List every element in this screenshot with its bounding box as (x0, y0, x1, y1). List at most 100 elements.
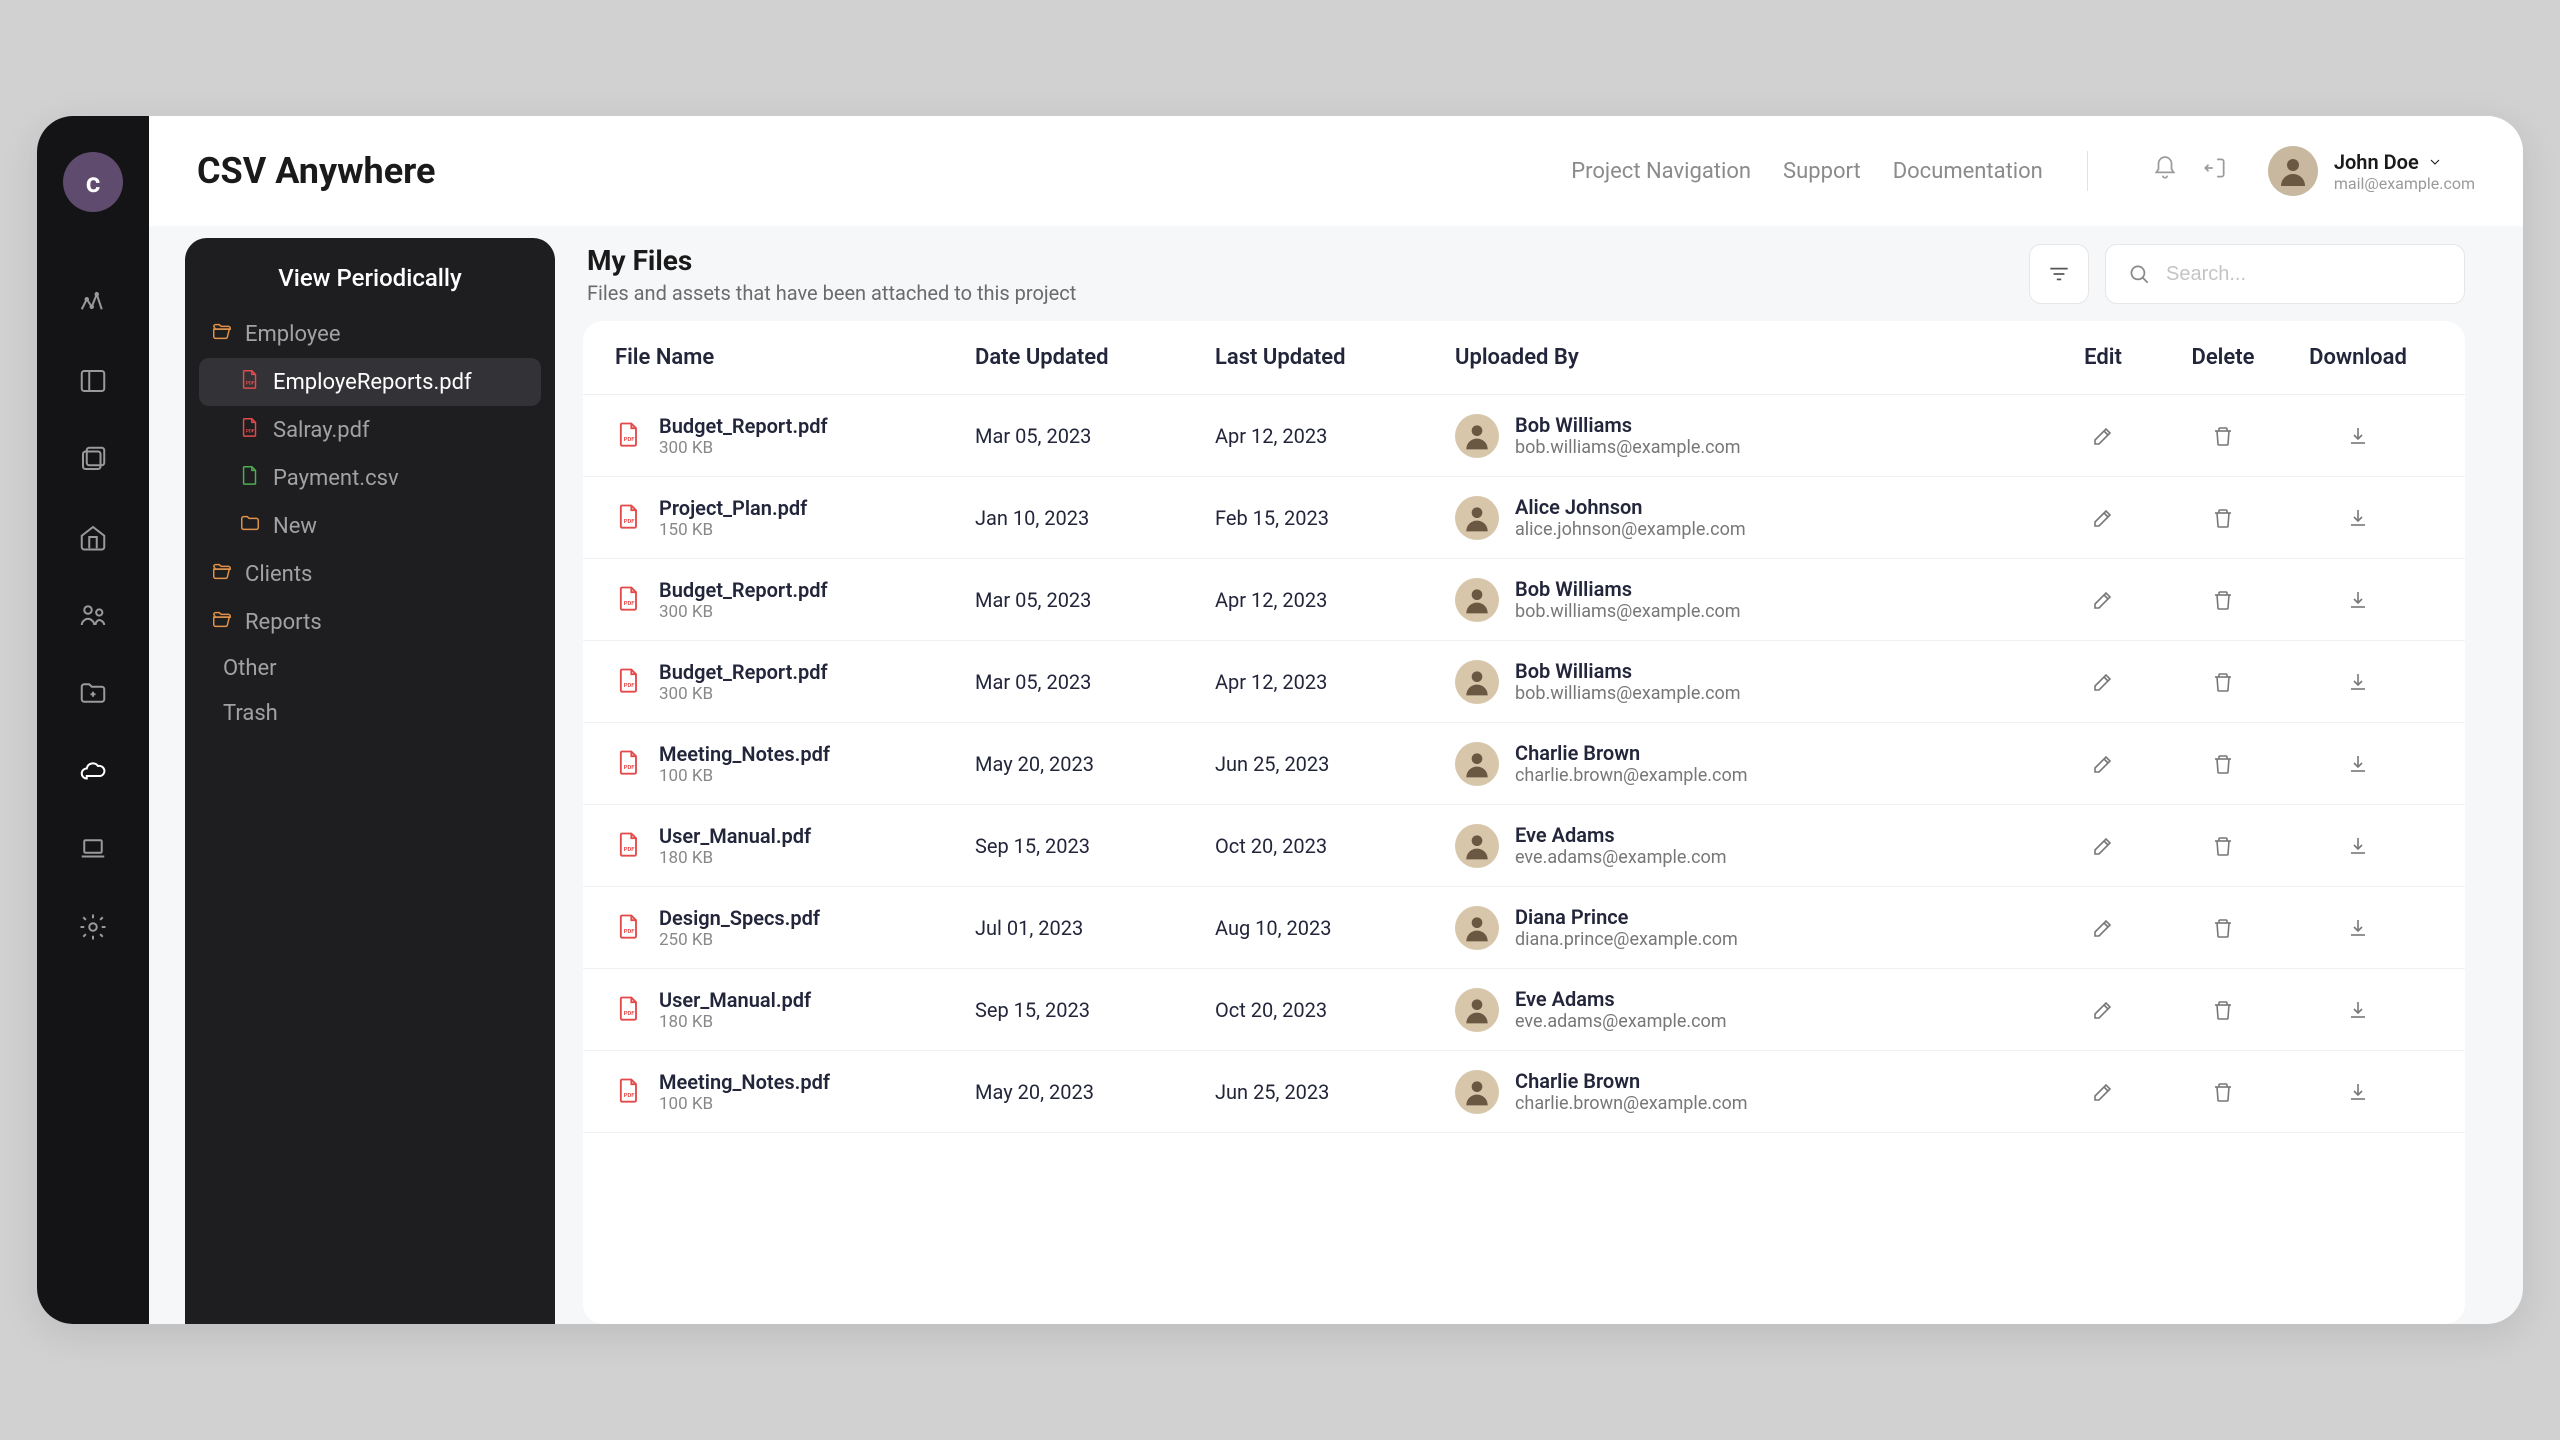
uploader-name: Alice Johnson (1515, 495, 1746, 519)
edit-button[interactable] (2043, 998, 2163, 1022)
pdf-file-icon (615, 666, 643, 698)
tree-item[interactable]: Other (199, 646, 541, 691)
tree-item-label: Salray.pdf (273, 418, 370, 443)
edit-button[interactable] (2043, 506, 2163, 530)
delete-button[interactable] (2163, 916, 2283, 940)
avatar (1455, 578, 1499, 622)
tree-item-label: Other (223, 656, 277, 681)
delete-button[interactable] (2163, 998, 2283, 1022)
download-button[interactable] (2283, 834, 2433, 858)
edit-button[interactable] (2043, 588, 2163, 612)
nav-home-icon[interactable] (78, 522, 108, 556)
date-updated: May 20, 2023 (975, 752, 1215, 776)
user-email: mail@example.com (2334, 174, 2475, 193)
tree-item[interactable]: Salray.pdf (199, 406, 541, 454)
delete-button[interactable] (2163, 670, 2283, 694)
csv-file-icon (239, 464, 261, 492)
avatar (1455, 742, 1499, 786)
tree-item[interactable]: Payment.csv (199, 454, 541, 502)
last-updated: Oct 20, 2023 (1215, 834, 1455, 858)
date-updated: Sep 15, 2023 (975, 834, 1215, 858)
tree-title: View Periodically (199, 264, 541, 292)
edit-button[interactable] (2043, 1080, 2163, 1104)
nav-folder-plus-icon[interactable] (78, 678, 108, 712)
file-size: 300 KB (659, 684, 828, 704)
edit-button[interactable] (2043, 752, 2163, 776)
pdf-file-icon (615, 502, 643, 534)
nav-analytics-icon[interactable] (78, 288, 108, 322)
date-updated: Mar 05, 2023 (975, 424, 1215, 448)
edit-button[interactable] (2043, 424, 2163, 448)
edit-button[interactable] (2043, 834, 2163, 858)
delete-button[interactable] (2163, 752, 2283, 776)
tree-item[interactable]: EmployeReports.pdf (199, 358, 541, 406)
download-button[interactable] (2283, 424, 2433, 448)
file-name: User_Manual.pdf (659, 988, 811, 1012)
link-support[interactable]: Support (1783, 159, 1861, 184)
table-row: Meeting_Notes.pdf100 KBMay 20, 2023Jun 2… (583, 723, 2465, 805)
last-updated: Apr 12, 2023 (1215, 588, 1455, 612)
notifications-icon[interactable] (2152, 155, 2178, 187)
tree-item[interactable]: Trash (199, 691, 541, 736)
uploader-name: Eve Adams (1515, 987, 1727, 1011)
file-name: User_Manual.pdf (659, 824, 811, 848)
tree-item[interactable]: New (199, 502, 541, 550)
user-menu[interactable]: John Doe mail@example.com (2268, 146, 2475, 196)
download-button[interactable] (2283, 752, 2433, 776)
uploader-name: Eve Adams (1515, 823, 1727, 847)
pdf-file-icon (615, 830, 643, 862)
filter-icon (2046, 261, 2072, 287)
top-links: Project Navigation Support Documentation (1571, 151, 2228, 191)
delete-button[interactable] (2163, 424, 2283, 448)
edit-button[interactable] (2043, 916, 2163, 940)
link-project-navigation[interactable]: Project Navigation (1571, 159, 1751, 184)
delete-button[interactable] (2163, 1080, 2283, 1104)
files-subheading: Files and assets that have been attached… (587, 281, 1076, 305)
nav-users-icon[interactable] (78, 600, 108, 634)
delete-button[interactable] (2163, 506, 2283, 530)
uploader-email: eve.adams@example.com (1515, 1011, 1727, 1032)
tree-item[interactable]: Employee (199, 310, 541, 358)
col-by: Uploaded By (1455, 345, 2043, 370)
file-size: 150 KB (659, 520, 807, 540)
logout-icon[interactable] (2202, 155, 2228, 187)
link-documentation[interactable]: Documentation (1893, 159, 2043, 184)
col-download: Download (2283, 345, 2433, 370)
nav-panel-icon[interactable] (78, 366, 108, 400)
download-button[interactable] (2283, 588, 2433, 612)
file-size: 100 KB (659, 766, 830, 786)
file-name: Budget_Report.pdf (659, 660, 828, 684)
last-updated: Apr 12, 2023 (1215, 424, 1455, 448)
nav-layers-icon[interactable] (78, 444, 108, 478)
tree-item[interactable]: Clients (199, 550, 541, 598)
app-logo[interactable]: c (63, 152, 123, 212)
nav-cloud-icon[interactable] (78, 756, 108, 790)
avatar (1455, 414, 1499, 458)
tree-item[interactable]: Reports (199, 598, 541, 646)
nav-laptop-icon[interactable] (78, 834, 108, 868)
files-table: File Name Date Updated Last Updated Uplo… (583, 321, 2465, 1324)
download-button[interactable] (2283, 998, 2433, 1022)
download-button[interactable] (2283, 1080, 2433, 1104)
col-date: Date Updated (975, 345, 1215, 370)
folder-icon (211, 560, 233, 588)
tree-item-label: Trash (223, 701, 278, 726)
last-updated: Aug 10, 2023 (1215, 916, 1455, 940)
chevron-down-icon (2427, 154, 2443, 170)
table-row: Budget_Report.pdf300 KBMar 05, 2023Apr 1… (583, 559, 2465, 641)
pdf-file-icon (615, 912, 643, 944)
last-updated: Apr 12, 2023 (1215, 670, 1455, 694)
download-button[interactable] (2283, 916, 2433, 940)
delete-button[interactable] (2163, 588, 2283, 612)
download-button[interactable] (2283, 506, 2433, 530)
nav-settings-icon[interactable] (78, 912, 108, 946)
uploader-email: charlie.brown@example.com (1515, 765, 1748, 786)
delete-button[interactable] (2163, 834, 2283, 858)
uploader-name: Charlie Brown (1515, 1069, 1748, 1093)
files-area: My Files Files and assets that have been… (583, 238, 2495, 1324)
edit-button[interactable] (2043, 670, 2163, 694)
download-button[interactable] (2283, 670, 2433, 694)
filter-button[interactable] (2029, 244, 2089, 304)
search-input[interactable] (2166, 263, 2444, 286)
search-box[interactable] (2105, 244, 2465, 304)
